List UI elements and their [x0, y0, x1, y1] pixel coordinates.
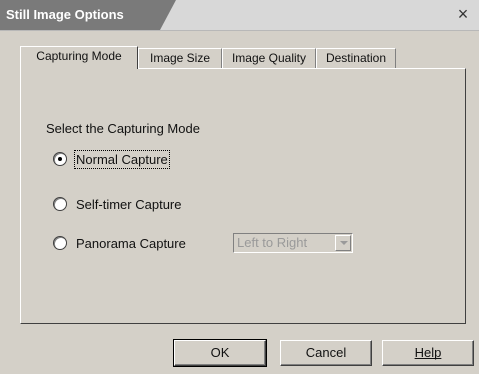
tab-image-quality[interactable]: Image Quality: [222, 48, 316, 68]
title-bar[interactable]: Still Image Options ×: [0, 0, 479, 31]
panorama-direction-value: Left to Right: [237, 235, 308, 250]
radio-button-checked[interactable]: [53, 152, 67, 166]
radio-label-panorama-capture: Panorama Capture: [76, 235, 186, 251]
help-button[interactable]: Help: [382, 340, 474, 366]
radio-label-normal-capture: Normal Capture: [74, 149, 170, 169]
radio-panorama-capture[interactable]: Panorama Capture: [53, 235, 186, 251]
radio-button[interactable]: [53, 236, 67, 250]
panorama-direction-select[interactable]: Left to Right: [233, 233, 353, 253]
still-image-options-dialog: Still Image Options × Capturing Mode Ima…: [0, 0, 479, 374]
radio-self-timer-capture[interactable]: Self-timer Capture: [53, 196, 181, 212]
section-label: Select the Capturing Mode: [46, 121, 200, 136]
tab-image-size[interactable]: Image Size: [138, 48, 222, 68]
tab-capturing-mode[interactable]: Capturing Mode: [20, 46, 138, 69]
cancel-button[interactable]: Cancel: [280, 340, 372, 366]
tab-panel-capturing-mode: Select the Capturing Mode Normal Capture…: [20, 68, 466, 324]
close-icon[interactable]: ×: [453, 4, 473, 24]
help-button-label: Help: [414, 345, 442, 360]
ok-button[interactable]: OK: [173, 339, 267, 367]
tab-destination[interactable]: Destination: [316, 48, 396, 68]
radio-button[interactable]: [53, 197, 67, 211]
window-title: Still Image Options: [0, 0, 176, 30]
radio-normal-capture[interactable]: Normal Capture: [53, 149, 170, 169]
chevron-down-icon[interactable]: [335, 235, 351, 251]
radio-label-self-timer-capture: Self-timer Capture: [76, 196, 182, 212]
